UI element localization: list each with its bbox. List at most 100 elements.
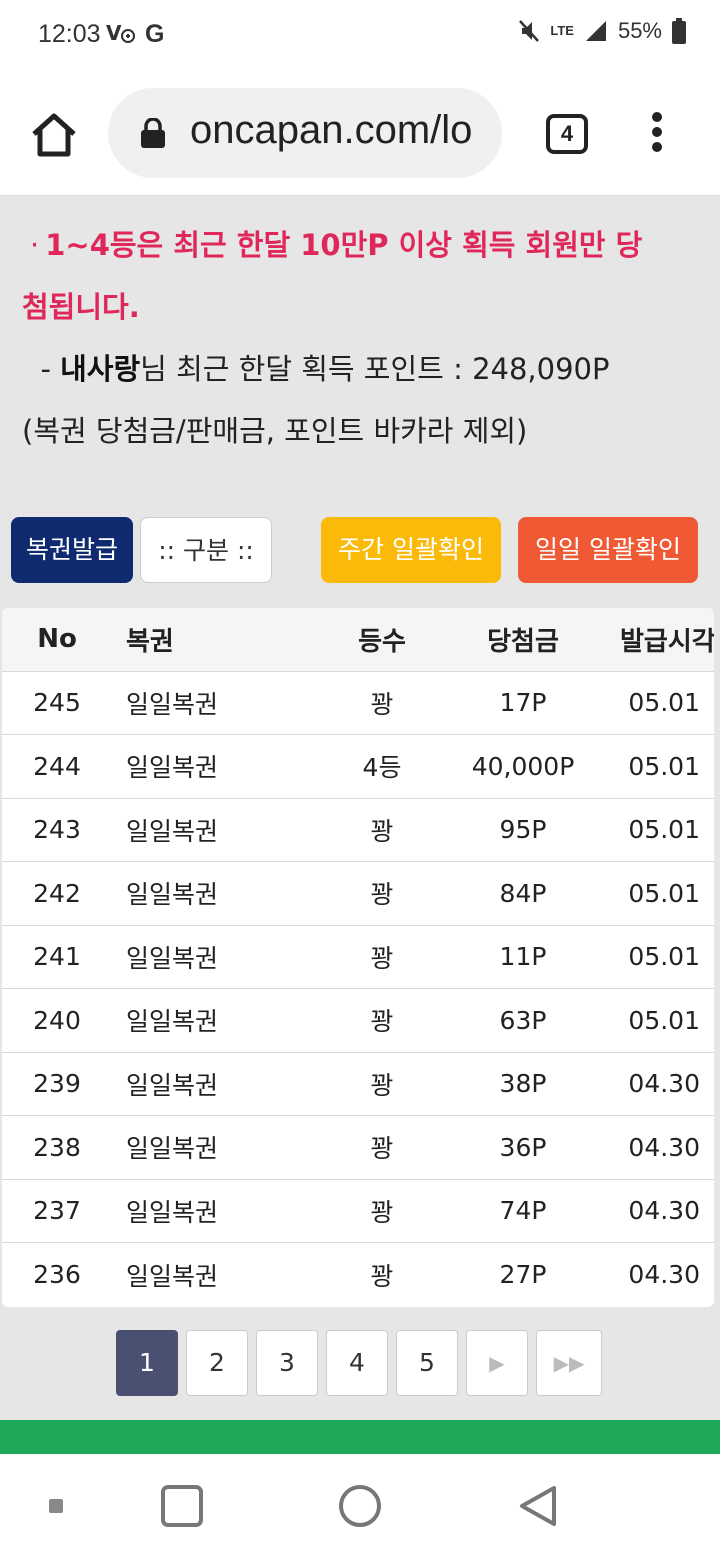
row-lottery: 일일복권 [126, 943, 219, 973]
page-4[interactable]: 4 [326, 1330, 388, 1396]
row-rank: 꽝 [370, 689, 394, 719]
row-no: 237 [33, 1196, 81, 1226]
system-nav-bar [0, 1454, 720, 1560]
header-prize: 당첨금 [487, 626, 559, 657]
recents-small-icon[interactable] [48, 1498, 64, 1514]
page-1[interactable]: 1 [116, 1330, 178, 1396]
row-lottery: 일일복권 [126, 1007, 219, 1037]
row-prize: 95P [499, 815, 547, 845]
exclusion-note: (복권 당첨금/판매금, 포인트 바카라 제외) [22, 414, 528, 448]
user-points-line: - 내사랑님 최근 한달 획득 포인트 : 248,090P [40, 352, 610, 386]
row-lottery: 일일복권 [126, 880, 219, 910]
issue-lottery-button[interactable]: 복권발급 [11, 517, 133, 583]
row-prize: 17P [499, 688, 547, 718]
row-no: 243 [33, 815, 81, 845]
row-lottery: 일일복권 [126, 1261, 219, 1291]
daily-check-button[interactable]: 일일 일괄확인 [518, 517, 698, 583]
volte-icon: V [106, 21, 135, 45]
row-rank: 꽝 [370, 943, 394, 973]
header-lottery: 복권 [126, 626, 174, 657]
row-no: 241 [33, 942, 81, 972]
row-no: 245 [33, 688, 81, 718]
battery-icon [672, 18, 686, 44]
table-row[interactable]: 242 일일복권 꽝 84P 05.01 [2, 862, 714, 926]
back-icon[interactable] [516, 1484, 560, 1528]
page-5[interactable]: 5 [396, 1330, 458, 1396]
footer-green-bar [0, 1420, 720, 1454]
row-issued-time: 04.30 [628, 1132, 700, 1162]
lte-icon: LTE [550, 23, 574, 38]
battery-text: 55% [617, 18, 662, 43]
row-no: 242 [33, 878, 81, 908]
home-icon[interactable] [30, 110, 78, 158]
page-2[interactable]: 2 [186, 1330, 248, 1396]
row-prize: 27P [499, 1260, 547, 1290]
google-icon: G [145, 20, 164, 47]
tab-switcher-button[interactable]: 4 [546, 114, 588, 154]
row-prize: 63P [499, 1005, 547, 1035]
row-lottery: 일일복권 [126, 753, 219, 783]
address-bar[interactable]: oncapan.com/lo [108, 88, 502, 178]
home-circle-icon[interactable] [338, 1484, 382, 1528]
page-3[interactable]: 3 [256, 1330, 318, 1396]
table-row[interactable]: 244 일일복권 4등 40,000P 05.01 [2, 735, 714, 799]
row-prize: 74P [499, 1196, 547, 1226]
row-prize: 84P [499, 878, 547, 908]
row-rank: 꽝 [370, 1007, 394, 1037]
table-row[interactable]: 243 일일복권 꽝 95P 05.01 [2, 799, 714, 862]
table-row[interactable]: 245 일일복권 꽝 17P 05.01 [2, 672, 714, 735]
points-label: 님 최근 한달 획득 포인트 : [140, 352, 473, 386]
status-right: LTE 55% [518, 18, 686, 44]
row-rank: 4등 [362, 753, 402, 783]
notice-bullet: · [30, 228, 40, 262]
notice-highlight-1: 1~4등은 최근 한달 10만P 이상 획득 회원만 당 [45, 228, 643, 262]
row-rank: 꽝 [370, 1070, 394, 1100]
header-no: No [37, 624, 77, 655]
row-rank: 꽝 [370, 1197, 394, 1227]
table-header: No 복권 등수 당첨금 발급시각 [2, 608, 714, 672]
table-row[interactable]: 238 일일복권 꽝 36P 04.30 [2, 1116, 714, 1180]
lottery-notice: · 1~4등은 최근 한달 10만P 이상 획득 회원만 당 첨됩니다. - 내사… [22, 214, 702, 462]
row-lottery: 일일복권 [126, 816, 219, 846]
lottery-table: No 복권 등수 당첨금 발급시각 245 일일복권 꽝 17P 05.01 244 일일복… [2, 608, 714, 1307]
row-no: 239 [33, 1069, 81, 1099]
header-rank: 등수 [358, 626, 406, 657]
row-issued-time: 04.30 [628, 1069, 700, 1099]
row-prize: 11P [499, 942, 547, 972]
row-prize: 36P [499, 1132, 547, 1162]
status-time: 12:03 [38, 20, 101, 48]
svg-text:V: V [106, 21, 122, 45]
url-text[interactable]: oncapan.com/lo [190, 108, 472, 153]
row-issued-time: 05.01 [628, 878, 700, 908]
more-menu-icon[interactable] [646, 112, 668, 156]
table-row[interactable]: 237 일일복권 꽝 74P 04.30 [2, 1180, 714, 1243]
action-buttons: 복권발급 :: 구분 :: 주간 일괄확인 일일 일괄확인 [0, 517, 720, 583]
category-select[interactable]: :: 구분 :: [140, 517, 272, 583]
next-page-icon[interactable]: ▶ [466, 1330, 528, 1396]
row-issued-time: 05.01 [628, 688, 700, 718]
row-issued-time: 05.01 [628, 1005, 700, 1035]
row-lottery: 일일복권 [126, 1070, 219, 1100]
row-lottery: 일일복권 [126, 1134, 219, 1164]
row-prize: 40,000P [471, 751, 575, 781]
row-no: 238 [33, 1132, 81, 1162]
row-rank: 꽝 [370, 880, 394, 910]
table-row[interactable]: 241 일일복권 꽝 11P 05.01 [2, 926, 714, 989]
page-content: · 1~4등은 최근 한달 10만P 이상 획득 회원만 당 첨됩니다. - 내사… [0, 196, 720, 1420]
row-lottery: 일일복권 [126, 1197, 219, 1227]
points-value: 248,090P [472, 352, 610, 386]
table-row[interactable]: 239 일일복권 꽝 38P 04.30 [2, 1053, 714, 1116]
row-issued-time: 05.01 [628, 751, 700, 781]
last-page-icon[interactable]: ▶▶ [536, 1330, 602, 1396]
row-rank: 꽝 [370, 1261, 394, 1291]
table-body: 245 일일복권 꽝 17P 05.01 244 일일복권 4등 40,000P 05.01 243… [2, 672, 714, 1307]
row-issued-time: 04.30 [628, 1196, 700, 1226]
overview-icon[interactable] [160, 1484, 204, 1528]
browser-toolbar: oncapan.com/lo 4 [0, 72, 720, 196]
table-row[interactable]: 240 일일복권 꽝 63P 05.01 [2, 989, 714, 1053]
table-row[interactable]: 236 일일복권 꽝 27P 04.30 [2, 1243, 714, 1307]
row-issued-time: 05.01 [628, 815, 700, 845]
weekly-check-button[interactable]: 주간 일괄확인 [321, 517, 501, 583]
svg-text:G: G [145, 20, 164, 47]
row-rank: 꽝 [370, 816, 394, 846]
